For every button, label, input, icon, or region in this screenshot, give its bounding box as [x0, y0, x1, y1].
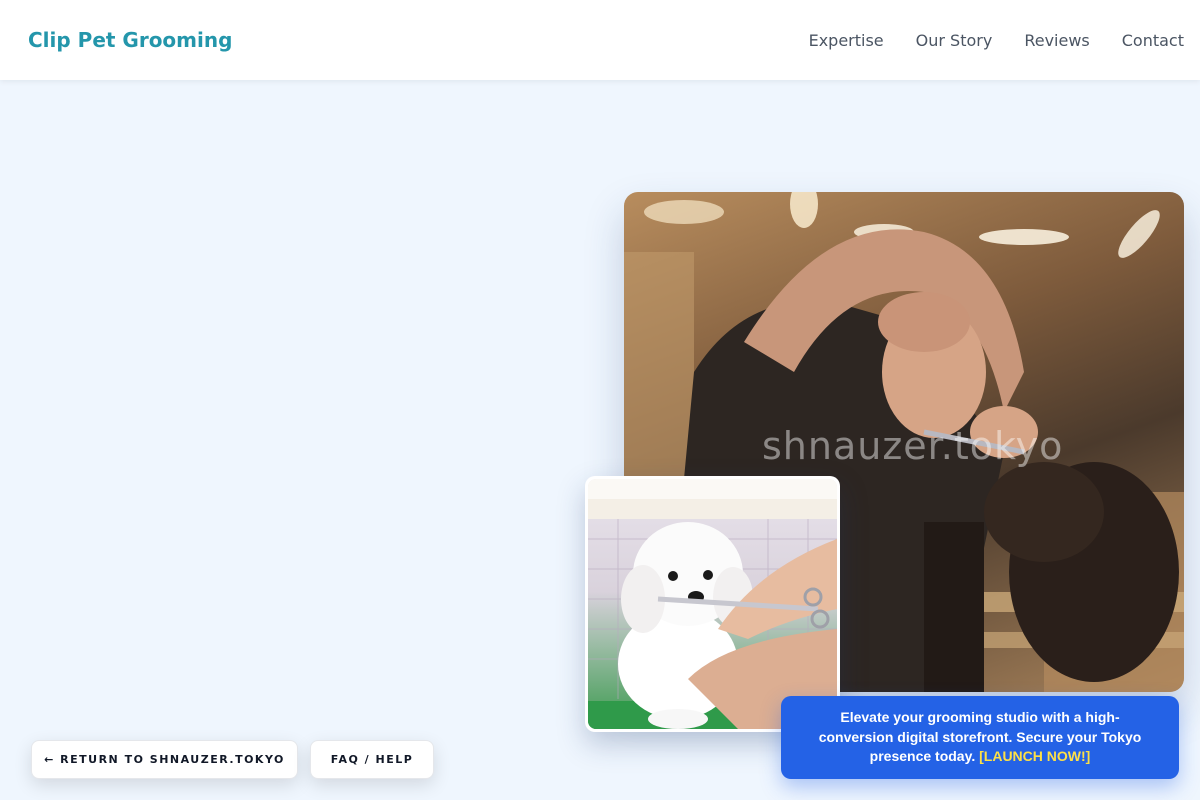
return-to-site-button[interactable]: ← RETURN TO SHNAUZER.TOKYO — [31, 740, 298, 779]
poodle-photo-frame — [588, 479, 837, 729]
poodle-photo-illustration — [588, 479, 837, 729]
launch-now-link[interactable]: [LAUNCH NOW!] — [979, 748, 1090, 764]
nav-link-reviews[interactable]: Reviews — [1024, 31, 1089, 50]
nav-link-contact[interactable]: Contact — [1122, 31, 1184, 50]
main-nav: Expertise Our Story Reviews Contact — [809, 31, 1184, 50]
photo-watermark: shnauzer.tokyo — [762, 424, 1064, 468]
hero-inset-photo — [585, 476, 840, 732]
site-logo[interactable]: Clip Pet Grooming — [28, 28, 232, 52]
site-header: Clip Pet Grooming Expertise Our Story Re… — [0, 0, 1200, 80]
promo-banner: Elevate your grooming studio with a high… — [781, 696, 1179, 779]
nav-link-expertise[interactable]: Expertise — [809, 31, 884, 50]
nav-link-our-story[interactable]: Our Story — [916, 31, 993, 50]
faq-help-button[interactable]: FAQ / HELP — [310, 740, 434, 779]
